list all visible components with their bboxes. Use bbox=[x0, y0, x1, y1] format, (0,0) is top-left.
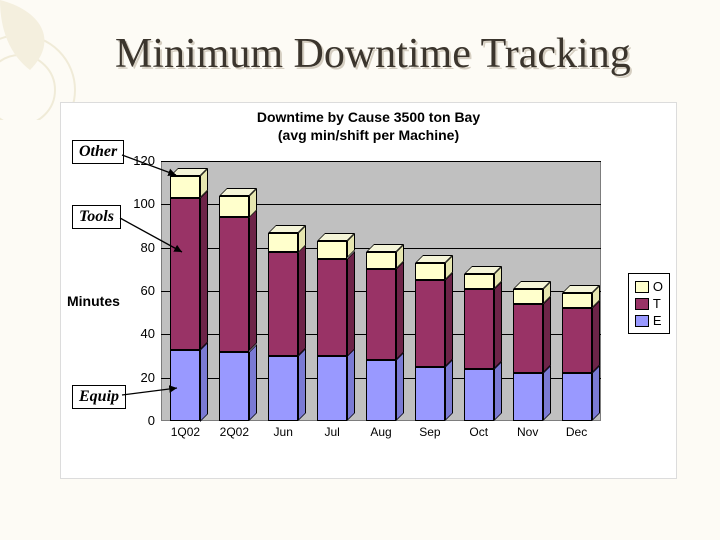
y-axis-label: Minutes bbox=[67, 293, 120, 309]
y-tick: 60 bbox=[115, 283, 155, 298]
bar bbox=[268, 161, 298, 421]
bar-segment-e bbox=[513, 373, 543, 421]
bar bbox=[219, 161, 249, 421]
bar-segment-t bbox=[366, 269, 396, 360]
plot-area: 020406080100120 1Q022Q02JunJulAugSepOctN… bbox=[161, 161, 601, 421]
bar-segment-o bbox=[513, 289, 543, 304]
bar-side bbox=[396, 252, 404, 421]
x-tick: Aug bbox=[358, 425, 404, 439]
x-tick: Sep bbox=[407, 425, 453, 439]
y-tick: 80 bbox=[115, 240, 155, 255]
bar-segment-t bbox=[513, 304, 543, 373]
bar-side bbox=[298, 233, 306, 422]
bar-segment-t bbox=[219, 217, 249, 351]
chart-title-line2: (avg min/shift per Machine) bbox=[278, 127, 459, 143]
bar-segment-o bbox=[317, 241, 347, 258]
bar bbox=[562, 161, 592, 421]
legend-label-e: E bbox=[653, 313, 662, 328]
x-tick: Nov bbox=[505, 425, 551, 439]
legend-swatch-e bbox=[635, 315, 649, 327]
bar-segment-e bbox=[317, 356, 347, 421]
annotation-equip: Equip bbox=[72, 385, 126, 409]
bar-segment-e bbox=[562, 373, 592, 421]
bar bbox=[513, 161, 543, 421]
legend-item-o: O bbox=[635, 278, 663, 295]
legend-swatch-t bbox=[635, 298, 649, 310]
chart-title: Downtime by Cause 3500 ton Bay (avg min/… bbox=[61, 109, 676, 144]
bar-segment-o bbox=[219, 196, 249, 218]
x-tick: Oct bbox=[456, 425, 502, 439]
bar-segment-e bbox=[219, 352, 249, 421]
bar-segment-t bbox=[268, 252, 298, 356]
bar-segment-e bbox=[170, 350, 200, 422]
bars-group bbox=[161, 161, 601, 421]
bar-side bbox=[543, 289, 551, 421]
chart-container: Downtime by Cause 3500 ton Bay (avg min/… bbox=[60, 102, 677, 479]
bar-segment-o bbox=[464, 274, 494, 289]
bar-segment-o bbox=[170, 176, 200, 198]
bar-segment-e bbox=[415, 367, 445, 421]
x-tick: Jun bbox=[260, 425, 306, 439]
x-tick: 1Q02 bbox=[162, 425, 208, 439]
bar-segment-e bbox=[268, 356, 298, 421]
legend-label-o: O bbox=[653, 279, 663, 294]
page-title: Minimum Downtime Tracking bbox=[115, 30, 631, 78]
y-tick: 20 bbox=[115, 370, 155, 385]
legend-swatch-o bbox=[635, 281, 649, 293]
bar bbox=[415, 161, 445, 421]
bar-segment-t bbox=[464, 289, 494, 369]
bar-segment-e bbox=[464, 369, 494, 421]
bar-segment-o bbox=[562, 293, 592, 308]
x-tick: Dec bbox=[554, 425, 600, 439]
annotation-other: Other bbox=[72, 140, 124, 164]
bar bbox=[170, 161, 200, 421]
legend-item-t: T bbox=[635, 295, 663, 312]
legend-item-e: E bbox=[635, 312, 663, 329]
bar-segment-t bbox=[317, 259, 347, 357]
bar-segment-e bbox=[366, 360, 396, 421]
x-tick: Jul bbox=[309, 425, 355, 439]
bar-segment-o bbox=[415, 263, 445, 280]
bar-segment-t bbox=[170, 198, 200, 350]
x-tick: 2Q02 bbox=[211, 425, 257, 439]
bar bbox=[366, 161, 396, 421]
annotation-tools: Tools bbox=[72, 205, 121, 229]
y-tick: 100 bbox=[115, 196, 155, 211]
bar-segment-o bbox=[366, 252, 396, 269]
bar-side bbox=[592, 293, 600, 421]
chart-title-line1: Downtime by Cause 3500 ton Bay bbox=[257, 109, 480, 125]
bar-side bbox=[249, 196, 257, 421]
y-tick: 0 bbox=[115, 413, 155, 428]
bar bbox=[464, 161, 494, 421]
bar-segment-o bbox=[268, 233, 298, 253]
bar-side bbox=[494, 274, 502, 421]
legend: O T E bbox=[628, 273, 670, 334]
y-tick: 40 bbox=[115, 326, 155, 341]
bar bbox=[317, 161, 347, 421]
bar-side bbox=[200, 176, 208, 421]
bar-side bbox=[445, 263, 453, 421]
bar-side bbox=[347, 241, 355, 421]
bar-segment-t bbox=[562, 308, 592, 373]
legend-label-t: T bbox=[653, 296, 661, 311]
bar-segment-t bbox=[415, 280, 445, 367]
